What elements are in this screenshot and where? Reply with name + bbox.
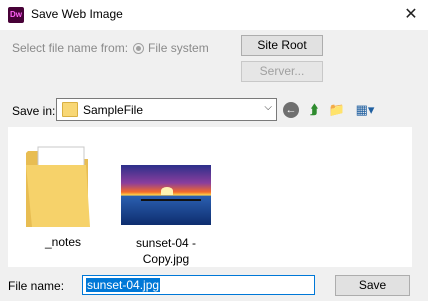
close-button[interactable]: ✕ xyxy=(394,0,428,30)
list-item[interactable]: sunset-04 - Copy.jpg xyxy=(121,235,211,267)
file-name-line1: sunset-04 - xyxy=(135,236,197,250)
list-item[interactable]: _notes xyxy=(28,235,98,249)
file-name-value: sunset-04.jpg xyxy=(86,278,161,292)
folder-icon[interactable] xyxy=(24,143,92,229)
title-bar: Dw Save Web Image ✕ xyxy=(0,0,428,30)
folder-icon xyxy=(62,102,78,117)
file-name-label: File name: xyxy=(8,279,65,293)
site-root-button[interactable]: Site Root xyxy=(241,35,323,56)
server-button: Server... xyxy=(241,61,323,82)
source-selection-row: Select file name from: File system xyxy=(12,41,209,55)
source-label: Select file name from: xyxy=(12,41,129,55)
file-name-notes: _notes xyxy=(44,235,82,249)
file-name-line2: Copy.jpg xyxy=(142,252,190,266)
back-icon[interactable]: ← xyxy=(283,102,299,118)
save-button[interactable]: Save xyxy=(335,275,410,296)
chevron-down-icon: ⌵ xyxy=(264,102,272,113)
file-system-radio[interactable] xyxy=(133,42,145,54)
new-folder-icon[interactable]: 📁 xyxy=(328,101,346,119)
thumbnail-sun xyxy=(161,187,173,195)
thumbnail-pier xyxy=(141,199,201,201)
view-menu-icon[interactable]: ▦▾ xyxy=(352,101,378,119)
save-in-dropdown[interactable]: SampleFile ⌵ xyxy=(56,98,277,121)
file-system-label: File system xyxy=(148,41,209,55)
file-name-input[interactable]: sunset-04.jpg xyxy=(82,275,315,295)
window-title: Save Web Image xyxy=(31,7,123,21)
up-folder-icon[interactable]: ⮭ xyxy=(305,101,323,119)
save-in-folder: SampleFile xyxy=(83,103,144,117)
image-thumbnail[interactable] xyxy=(121,165,211,225)
dreamweaver-app-icon: Dw xyxy=(8,7,24,23)
save-in-label: Save in: xyxy=(12,104,56,118)
